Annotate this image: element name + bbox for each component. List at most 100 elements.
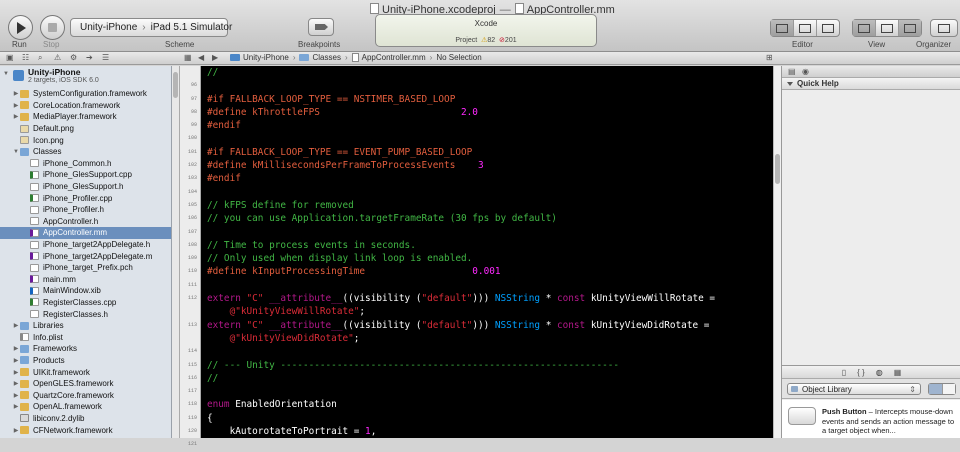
log-navigator-icon[interactable]: ☰ — [102, 53, 109, 62]
warnings-count[interactable]: 82 — [487, 37, 495, 44]
navigator-row[interactable]: ▶ Products — [0, 355, 171, 367]
disclosure-closed-icon[interactable]: ▶ — [12, 380, 20, 387]
back-arrow-icon[interactable]: ◀ — [198, 53, 204, 62]
breakpoint-navigator-icon[interactable]: ➔ — [86, 53, 93, 62]
navigator-row[interactable]: ▼ Classes — [0, 146, 171, 158]
navigator-row[interactable]: ▶ SystemConfiguration.framework — [0, 88, 171, 100]
symbol-navigator-icon[interactable]: ☷ — [22, 53, 29, 62]
disclosure-closed-icon[interactable]: ▶ — [12, 369, 20, 376]
jump-item-project[interactable]: Unity-iPhone — [243, 53, 289, 62]
code-line[interactable] — [201, 132, 773, 145]
debug-navigator-icon[interactable]: ⚙ — [70, 53, 77, 62]
standard-editor-button[interactable] — [771, 20, 794, 36]
code-line[interactable]: @"kUnityViewDidRotate"; — [201, 332, 773, 345]
code-line[interactable]: // you can use Application.targetFrameRa… — [201, 212, 773, 225]
navigator-row[interactable]: ▶ CFNetwork.framework — [0, 424, 171, 436]
disclosure-open-icon[interactable]: ▼ — [3, 71, 9, 77]
code-line[interactable]: #define kInputProcessingTime 0.001 — [201, 265, 773, 278]
navigator-row[interactable]: RegisterClasses.cpp — [0, 297, 171, 309]
utilities-toggle-button[interactable] — [899, 20, 921, 36]
navigator-row[interactable]: ▶ OpenAL.framework — [0, 401, 171, 413]
code-line[interactable] — [201, 345, 773, 358]
code-line[interactable]: #if FALLBACK_LOOP_TYPE == EVENT_PUMP_BAS… — [201, 146, 773, 159]
code-line[interactable] — [201, 279, 773, 292]
quick-help-header[interactable]: Quick Help — [782, 78, 960, 90]
library-item[interactable]: Push Button – Intercepts mouse-down even… — [782, 400, 960, 438]
navigator-row[interactable]: iPhone_Common.h — [0, 158, 171, 170]
navigator-row[interactable]: ▶ CoreLocation.framework — [0, 100, 171, 112]
code-line[interactable]: extern "C" __attribute__((visibility ("d… — [201, 319, 773, 332]
object-icon[interactable]: ◍ — [876, 368, 883, 377]
code-line[interactable]: // Only used when display link loop is e… — [201, 252, 773, 265]
navigator-row[interactable]: iPhone_target2AppDelegate.m — [0, 250, 171, 262]
navigator-row[interactable]: ▶ MediaPlayer.framework — [0, 111, 171, 123]
code-line[interactable]: #endif — [201, 172, 773, 185]
assistant-editor-button[interactable] — [794, 20, 817, 36]
list-view-button[interactable] — [942, 384, 955, 394]
code-line[interactable]: { — [201, 412, 773, 425]
navigator-row[interactable]: ▶ QuartzCore.framework — [0, 389, 171, 401]
navigator-row[interactable]: AppController.h — [0, 216, 171, 228]
icon-view-button[interactable] — [929, 384, 943, 394]
disclosure-closed-icon[interactable]: ▶ — [12, 427, 20, 434]
navigator-row[interactable]: MainWindow.xib — [0, 285, 171, 297]
code-line[interactable]: #if FALLBACK_LOOP_TYPE == NSTIMER_BASED_… — [201, 93, 773, 106]
code-line[interactable] — [201, 385, 773, 398]
jump-item-group[interactable]: Classes — [312, 53, 340, 62]
editor-scrollbar[interactable] — [773, 66, 781, 438]
jump-item-symbol[interactable]: No Selection — [436, 53, 481, 62]
code-line[interactable]: // Time to process events in seconds. — [201, 239, 773, 252]
disclosure-closed-icon[interactable]: ▶ — [12, 90, 20, 97]
disclosure-open-icon[interactable]: ▼ — [12, 149, 20, 155]
navigator-row[interactable]: RegisterClasses.h — [0, 308, 171, 320]
code-line[interactable]: kAutorotateToPortrait = 1, — [201, 425, 773, 438]
source-editor[interactable]: // #if FALLBACK_LOOP_TYPE == NSTIMER_BASE… — [201, 66, 773, 438]
navigator-row[interactable]: main.mm — [0, 274, 171, 286]
code-line[interactable] — [201, 79, 773, 92]
issue-navigator-icon[interactable]: ⚠ — [54, 53, 61, 62]
code-line[interactable]: @"kUnityViewWillRotate"; — [201, 305, 773, 318]
file-inspector-icon[interactable]: ▤ — [788, 67, 796, 76]
navigator-row[interactable]: iPhone_Profiler.h — [0, 204, 171, 216]
library-view-toggle[interactable] — [928, 383, 956, 395]
activity-viewer[interactable]: Xcode Project ⚠82 ⊘201 — [375, 14, 597, 47]
disclosure-closed-icon[interactable]: ▶ — [12, 102, 20, 109]
navigator-row[interactable]: Icon.png — [0, 134, 171, 146]
code-line[interactable]: // kFPS define for removed — [201, 199, 773, 212]
scroll-thumb[interactable] — [775, 154, 780, 184]
navigator-row[interactable]: libiconv.2.dylib — [0, 413, 171, 425]
disclosure-closed-icon[interactable]: ▶ — [12, 322, 20, 329]
navigator-row[interactable]: Default.png — [0, 123, 171, 135]
disclosure-closed-icon[interactable]: ▶ — [12, 345, 20, 352]
navigator-row[interactable]: AppController.mm — [0, 227, 171, 239]
code-line[interactable]: // --- Unity ---------------------------… — [201, 359, 773, 372]
code-line[interactable]: #define kThrottleFPS 2.0 — [201, 106, 773, 119]
code-line[interactable]: #define kMillisecondsPerFrameToProcessEv… — [201, 159, 773, 172]
forward-arrow-icon[interactable]: ▶ — [212, 53, 218, 62]
code-snippet-icon[interactable]: { } — [857, 368, 865, 377]
breakpoints-button[interactable] — [308, 18, 334, 36]
search-navigator-icon[interactable]: ⌕ — [38, 53, 42, 63]
code-line[interactable]: // — [201, 372, 773, 385]
stop-button[interactable] — [40, 15, 65, 40]
project-root[interactable]: ▼ Unity-iPhone 2 targets, iOS SDK 6.0 — [0, 66, 171, 88]
project-navigator-icon[interactable]: ▣ — [6, 53, 14, 62]
version-editor-button[interactable] — [817, 20, 839, 36]
navigator-row[interactable]: iPhone_GlesSupport.h — [0, 181, 171, 193]
code-line[interactable] — [201, 186, 773, 199]
jump-item-file[interactable]: AppController.mm — [362, 53, 426, 62]
debug-toggle-button[interactable] — [876, 20, 899, 36]
disclosure-closed-icon[interactable]: ▶ — [12, 403, 20, 410]
media-icon[interactable]: ▦ — [894, 368, 902, 377]
code-line[interactable]: #endif — [201, 119, 773, 132]
navigator-row[interactable]: ▶ Libraries — [0, 320, 171, 332]
code-line[interactable]: // — [201, 66, 773, 79]
navigator-scrollbar[interactable] — [172, 66, 180, 438]
code-line[interactable]: extern "C" __attribute__((visibility ("d… — [201, 292, 773, 305]
split-editor-icon[interactable]: ⊞ — [766, 53, 773, 62]
navigator-toggle-button[interactable] — [853, 20, 876, 36]
navigator-row[interactable]: ▶ OpenGLES.framework — [0, 378, 171, 390]
related-files-icon[interactable]: ▦ — [184, 53, 192, 62]
navigator-row[interactable]: ▶ UIKit.framework — [0, 366, 171, 378]
file-template-icon[interactable]: ▯ — [842, 368, 846, 377]
